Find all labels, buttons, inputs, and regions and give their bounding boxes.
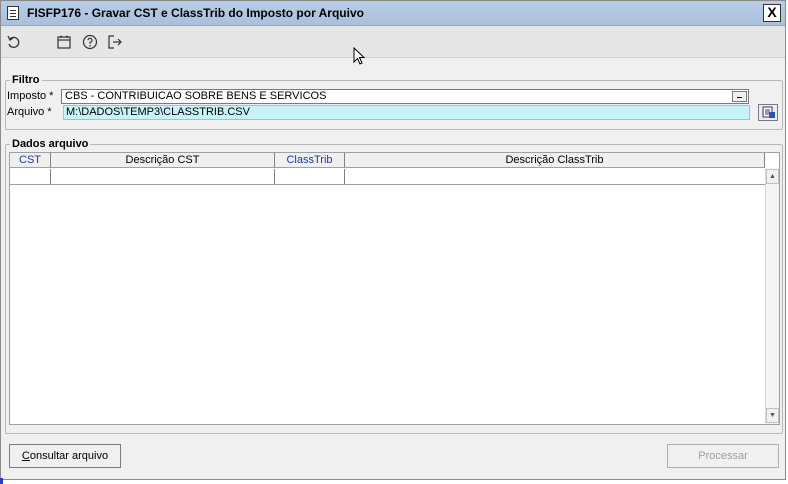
imposto-select[interactable]: CBS - CONTRIBUICAO SOBRE BENS E SERVICOS <box>61 89 749 104</box>
cell-cst[interactable] <box>10 169 51 184</box>
grid-header: CST Descrição CST ClassTrib Descrição Cl… <box>10 153 765 168</box>
column-header-classtrib[interactable]: ClassTrib <box>275 153 345 167</box>
scroll-down-icon[interactable]: ▼ <box>766 408 779 423</box>
consultar-arquivo-button[interactable]: Consultar arquivo <box>9 444 121 468</box>
app-document-icon <box>7 6 19 20</box>
imposto-label: Imposto * <box>7 90 54 102</box>
toolbar <box>1 26 785 65</box>
column-header-cst[interactable]: CST <box>10 153 51 167</box>
exit-icon[interactable] <box>106 33 124 51</box>
filtro-legend: Filtro <box>12 74 40 86</box>
cell-descricao-classtrib[interactable] <box>345 169 765 184</box>
scroll-up-icon[interactable]: ▲ <box>766 169 779 184</box>
mouse-pointer-icon <box>353 46 366 68</box>
calendar-icon[interactable] <box>55 33 73 51</box>
arquivo-field[interactable]: M:\DADOS\TEMP3\CLASSTRIB.CSV <box>63 105 750 120</box>
cell-classtrib[interactable] <box>275 169 345 184</box>
dados-grid[interactable]: CST Descrição CST ClassTrib Descrição Cl… <box>9 152 780 425</box>
column-header-descricao-cst[interactable]: Descrição CST <box>51 153 275 167</box>
close-button[interactable]: X <box>763 4 781 22</box>
title-bar: FISFP176 - Gravar CST e ClassTrib do Imp… <box>1 1 785 26</box>
window-title: FISFP176 - Gravar CST e ClassTrib do Imp… <box>27 6 364 20</box>
vertical-scrollbar[interactable]: ▲ ▼ <box>765 168 779 424</box>
help-icon[interactable] <box>81 33 99 51</box>
table-row[interactable] <box>10 169 765 185</box>
main-window: FISFP176 - Gravar CST e ClassTrib do Imp… <box>0 0 786 480</box>
browse-file-button[interactable] <box>758 104 778 121</box>
processar-button[interactable]: Processar <box>667 444 779 468</box>
column-header-descricao-classtrib[interactable]: Descrição ClassTrib <box>345 153 765 167</box>
cell-descricao-cst[interactable] <box>51 169 275 184</box>
dropdown-arrow-icon[interactable] <box>732 91 747 102</box>
taskbar-edge <box>0 478 3 484</box>
arquivo-value: M:\DADOS\TEMP3\CLASSTRIB.CSV <box>66 106 250 118</box>
arquivo-label: Arquivo * <box>7 106 52 118</box>
imposto-value: CBS - CONTRIBUICAO SOBRE BENS E SERVICOS <box>65 90 327 102</box>
undo-icon[interactable] <box>5 33 23 51</box>
folder-browse-icon <box>762 106 775 118</box>
dados-legend: Dados arquivo <box>12 138 89 150</box>
